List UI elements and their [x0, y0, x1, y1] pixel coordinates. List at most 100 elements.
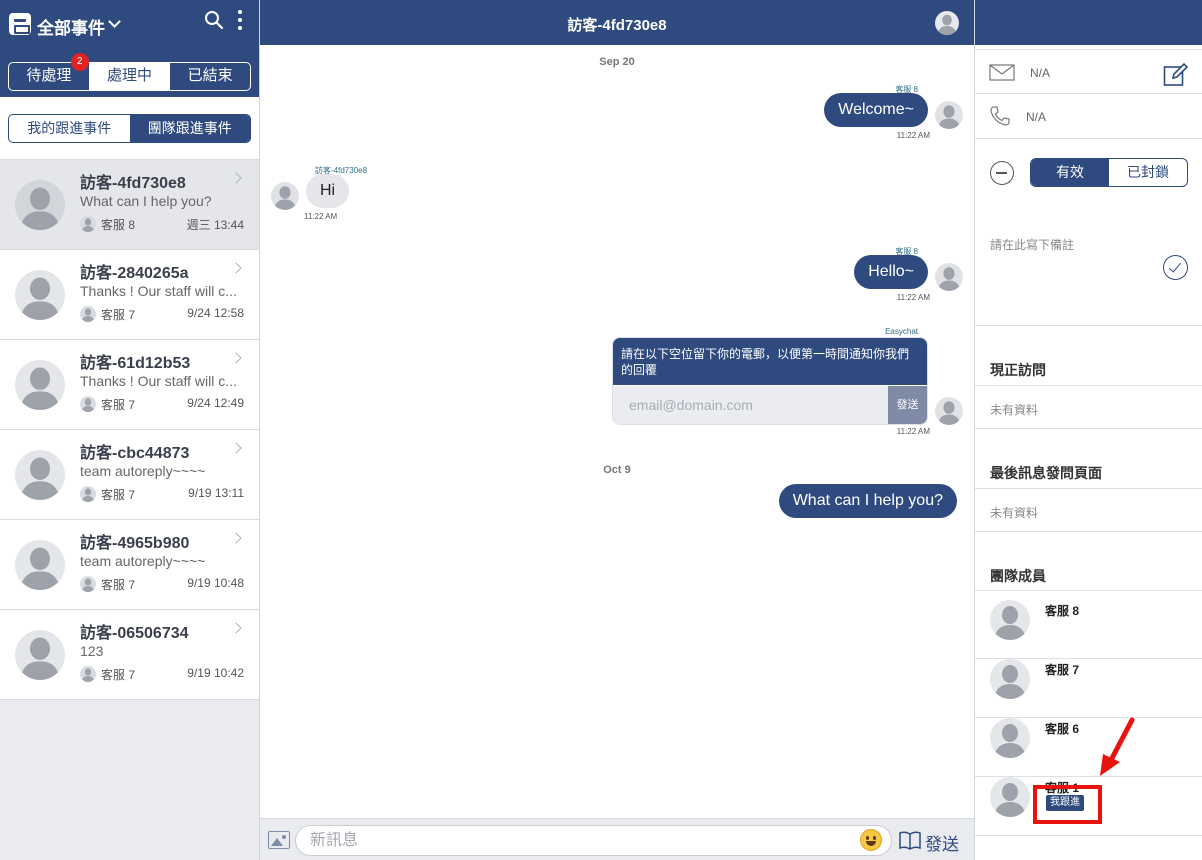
conversation-name: 訪客-61d12b53	[80, 355, 191, 372]
block-toggle-icon[interactable]	[990, 161, 1014, 185]
section-title: 團隊成員	[990, 568, 1046, 584]
message-sender: Easychat	[885, 327, 918, 336]
agent-avatar	[935, 263, 963, 296]
note-field[interactable]: 請在此寫下備註	[990, 236, 1074, 253]
conversation-item[interactable]: 訪客-2840265a Thanks ! Our staff will c... 客…	[0, 250, 259, 340]
conversation-name: 訪客-2840265a	[80, 265, 189, 282]
right-header	[975, 0, 1202, 45]
tab-closed[interactable]: 已結束	[169, 63, 250, 90]
visitor-avatar	[15, 450, 65, 505]
member-avatar	[990, 718, 1030, 763]
conversation-preview: team autoreply~~~~	[80, 463, 206, 479]
assigned-agent: 客服 7	[101, 578, 136, 592]
message-bubble-in: Hi	[306, 174, 350, 208]
divider	[975, 385, 1202, 386]
agent-avatar	[80, 486, 96, 507]
annotation-arrow-icon	[1100, 717, 1135, 776]
visitor-status-toggle: 有效 已封鎖	[1030, 158, 1188, 187]
section-value: 未有資料	[990, 506, 1039, 520]
assigned-agent: 客服 7	[101, 668, 136, 682]
follow-tabs: 我的跟進事件 團隊跟進事件	[8, 114, 251, 143]
visitor-avatar	[15, 270, 65, 325]
assigned-agent: 客服 7	[101, 308, 136, 322]
conversation-time: 9/19 13:11	[188, 486, 244, 500]
agent-avatar	[80, 306, 96, 327]
more-options-icon[interactable]	[236, 10, 244, 32]
chevron-right-icon	[230, 622, 242, 634]
tab-pending[interactable]: 待處理 2	[9, 53, 89, 90]
member-name: 客服 6	[1045, 722, 1080, 736]
conversation-time: 週三 13:44	[186, 218, 244, 232]
conversation-preview: Thanks ! Our staff will c...	[80, 283, 237, 299]
conversation-time: 9/19 10:48	[187, 576, 244, 590]
team-member-item[interactable]: 客服 6	[975, 718, 1202, 777]
conversation-preview: team autoreply~~~~	[80, 553, 206, 569]
divider	[975, 590, 1202, 591]
conversation-time: 9/24 12:49	[187, 396, 244, 410]
conversation-preview: 123	[80, 643, 104, 659]
visitor-avatar	[271, 182, 299, 215]
phone-row: N/A	[975, 94, 1202, 139]
conversation-list: 訪客-4fd730e8 What can I help you? 客服 8 週三 13…	[0, 160, 259, 700]
agent-avatar	[80, 576, 96, 597]
message-input[interactable]: 新訊息	[295, 825, 892, 856]
message-time: 11:22 AM	[896, 131, 930, 140]
divider	[975, 428, 1202, 429]
emoji-icon[interactable]	[860, 829, 882, 851]
assigned-agent: 客服 7	[101, 488, 136, 502]
message-time: 11:22 AM	[896, 293, 930, 302]
message-bubble-out: Hello~	[854, 255, 928, 289]
conversation-item[interactable]: 訪客-cbc44873 team autoreply~~~~ 客服 7 9/19 13…	[0, 430, 259, 520]
chevron-right-icon	[230, 442, 242, 454]
book-icon[interactable]	[899, 830, 921, 850]
tab-team-follow[interactable]: 團隊跟進事件	[129, 115, 250, 142]
message-time: 11:22 AM	[896, 427, 930, 436]
conversation-item[interactable]: 訪客-4965b980 team autoreply~~~~ 客服 7 9/19 10…	[0, 520, 259, 610]
conversation-item[interactable]: 訪客-61d12b53 Thanks ! Our staff will c... 客…	[0, 340, 259, 430]
inbox-icon	[9, 13, 31, 35]
section-title: 現正訪問	[990, 362, 1046, 378]
member-avatar	[990, 600, 1030, 645]
visitor-avatar	[15, 180, 65, 235]
divider	[975, 488, 1202, 489]
chevron-right-icon	[230, 352, 242, 364]
edit-icon[interactable]	[1163, 62, 1189, 88]
member-avatar	[990, 777, 1030, 822]
image-upload-icon[interactable]	[268, 831, 290, 849]
assigned-agent: 客服 7	[101, 398, 136, 412]
conversation-preview: Thanks ! Our staff will c...	[80, 373, 237, 389]
visitor-avatar	[15, 540, 65, 595]
visitor-avatar	[15, 360, 65, 415]
assigned-agent: 客服 8	[101, 218, 136, 232]
tab-in-progress[interactable]: 處理中	[88, 63, 170, 90]
date-separator: Oct 9	[603, 464, 631, 476]
email-request-card: 請在以下空位留下你的電郵，以便第一時間通知你我們的回覆 email@domain…	[612, 337, 928, 425]
event-filter-dropdown[interactable]: 全部事件	[37, 14, 105, 39]
email-send-button[interactable]: 發送	[888, 386, 927, 424]
search-icon[interactable]	[204, 10, 224, 30]
visitor-avatar[interactable]	[935, 11, 959, 40]
conversation-item[interactable]: 訪客-06506734 123 客服 7 9/19 10:42	[0, 610, 259, 700]
section-title: 最後訊息發問頁面	[990, 465, 1102, 481]
card-message: 請在以下空位留下你的電郵，以便第一時間通知你我們的回覆	[613, 338, 927, 385]
conversation-item[interactable]: 訪客-4fd730e8 What can I help you? 客服 8 週三 13…	[0, 160, 259, 250]
conversation-name: 訪客-06506734	[80, 625, 189, 642]
message-bubble-out: What can I help you?	[778, 484, 957, 518]
team-member-item[interactable]: 客服 7	[975, 659, 1202, 718]
send-button[interactable]: 發送	[925, 830, 959, 855]
email-field[interactable]: email@domain.com	[613, 386, 889, 424]
tab-my-follow[interactable]: 我的跟進事件	[9, 115, 130, 142]
tab-label: 待處理	[26, 67, 72, 84]
conversation-time: 9/19 10:42	[187, 666, 244, 680]
member-avatar	[990, 659, 1030, 704]
chevron-down-icon[interactable]	[108, 15, 121, 28]
agent-avatar	[80, 666, 96, 687]
chat-panel: 訪客-4fd730e8 Sep 20 客服 8 Welcome~ 11:22 A…	[260, 0, 974, 860]
save-note-icon[interactable]	[1163, 255, 1188, 280]
status-active-button[interactable]: 有效	[1031, 159, 1109, 186]
unread-badge: 2	[70, 53, 89, 71]
message-composer: 新訊息 發送	[260, 818, 974, 860]
phone-value: N/A	[1026, 110, 1047, 124]
team-member-item[interactable]: 客服 8	[975, 600, 1202, 659]
status-blocked-button[interactable]: 已封鎖	[1109, 159, 1187, 186]
